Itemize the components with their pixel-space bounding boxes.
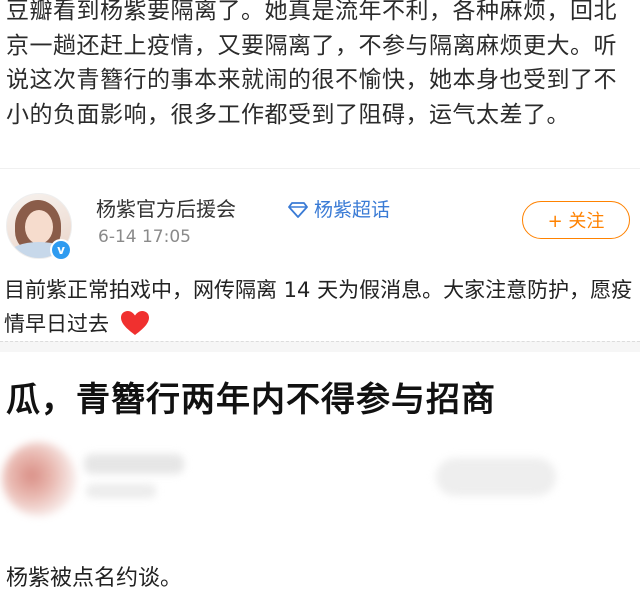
section-divider	[0, 341, 640, 352]
weibo-post-card: v 杨紫官方后援会 杨紫超话 6-14 17:05 + 关注 目前紫正常拍戏中，…	[0, 168, 640, 355]
follow-button[interactable]: + 关注	[522, 201, 630, 239]
blurred-avatar	[2, 442, 76, 516]
headline: 瓜，青簪行两年内不得参与招商	[6, 380, 496, 420]
subtext: 杨紫被点名约谈。	[6, 566, 183, 591]
avatar-face	[25, 210, 53, 244]
blurred-button	[436, 458, 556, 496]
super-topic-label: 杨紫超话	[314, 199, 391, 221]
post-body-text: 目前紫正常拍戏中，网传隔离 14 天为假消息。大家注意防护，愿疫情早日过去	[4, 278, 633, 336]
blurred-username	[84, 454, 184, 474]
post-body: 目前紫正常拍戏中，网传隔离 14 天为假消息。大家注意防护，愿疫情早日过去	[4, 273, 634, 341]
red-heart-icon	[120, 311, 149, 335]
verified-badge-icon: v	[50, 239, 72, 261]
douban-post-text: 豆瓣看到杨紫要隔离了。她真是流年不利，各种麻烦，回北京一趟还赶上疫情，又要隔离了…	[6, 0, 617, 128]
super-topic-link[interactable]: 杨紫超话	[288, 195, 390, 222]
post-time: 6-14 17:05	[98, 227, 191, 247]
author-name[interactable]: 杨紫官方后援会	[96, 193, 236, 222]
diamond-icon	[288, 201, 308, 218]
douban-post-section: 豆瓣看到杨紫要隔离了。她真是流年不利，各种麻烦，回北京一趟还赶上疫情，又要隔离了…	[0, 0, 640, 168]
headline-post-section: 瓜，青簪行两年内不得参与招商 杨紫被点名约谈。	[0, 354, 640, 595]
blurred-meta	[86, 484, 156, 498]
